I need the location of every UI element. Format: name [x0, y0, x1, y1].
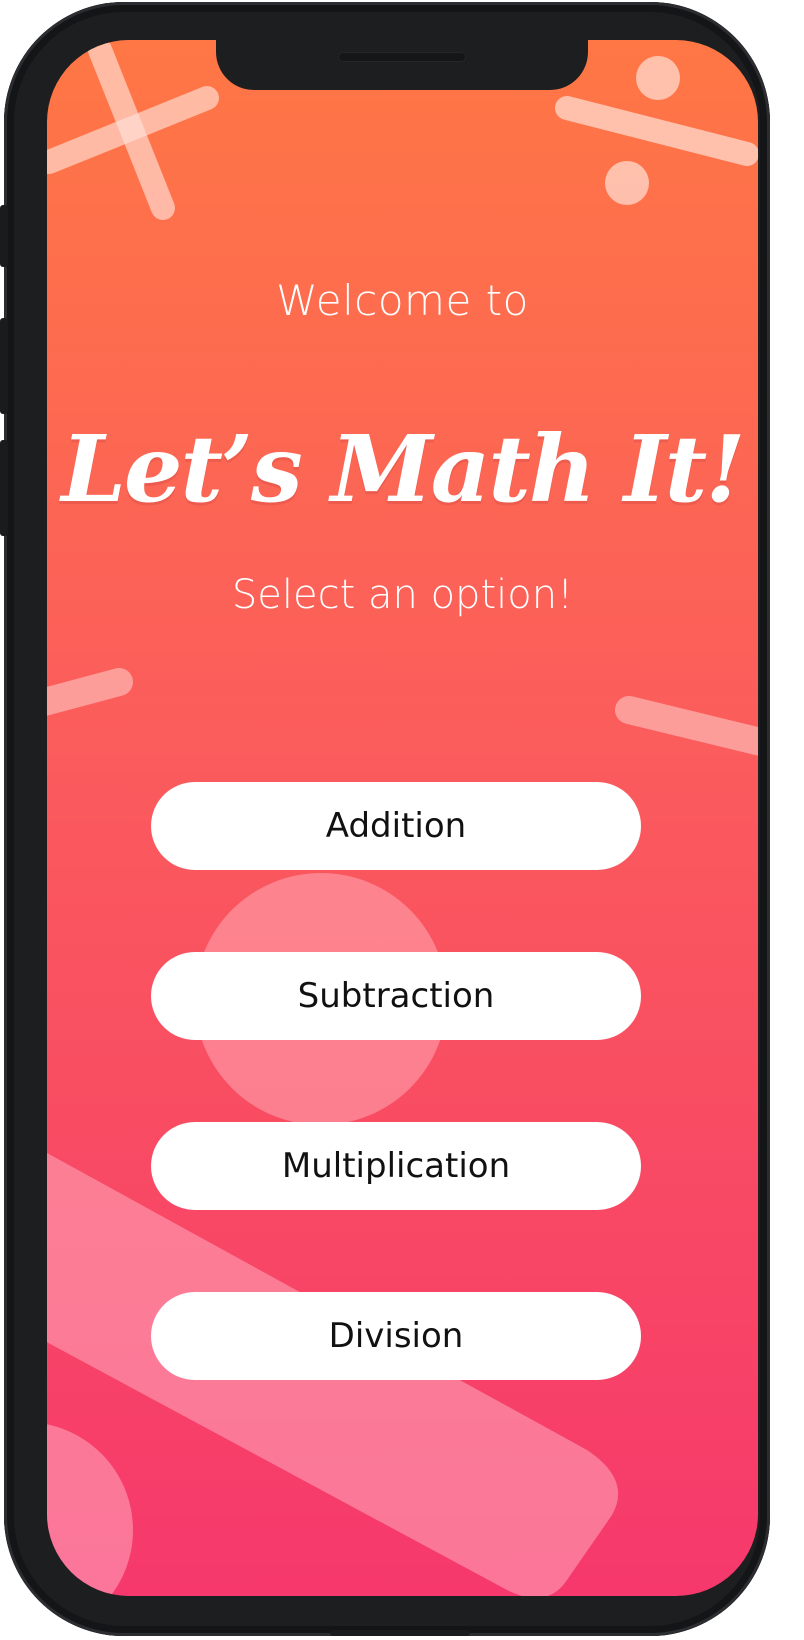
dash-decoration-left: [47, 668, 133, 716]
mute-switch: [0, 205, 8, 267]
camera-notch: [216, 40, 588, 90]
subtraction-button[interactable]: Subtraction: [151, 952, 641, 1040]
volume-up-button: [0, 318, 8, 414]
volume-down-button: [0, 440, 8, 536]
dash-decoration-right: [615, 696, 758, 756]
select-option-prompt: Select an option!: [231, 572, 574, 618]
app-title: Let’s Math It!: [61, 415, 745, 523]
division-button[interactable]: Division: [151, 1292, 641, 1380]
welcome-text: Welcome to: [276, 276, 529, 325]
multiplication-button[interactable]: Multiplication: [151, 1122, 641, 1210]
speaker-grille: [338, 52, 466, 62]
app-screen: Welcome to Let’s Math It! Select an opti…: [47, 40, 758, 1596]
multiplication-sign-icon: [47, 40, 219, 220]
home-indicator: [330, 1630, 470, 1636]
addition-button[interactable]: Addition: [151, 782, 641, 870]
